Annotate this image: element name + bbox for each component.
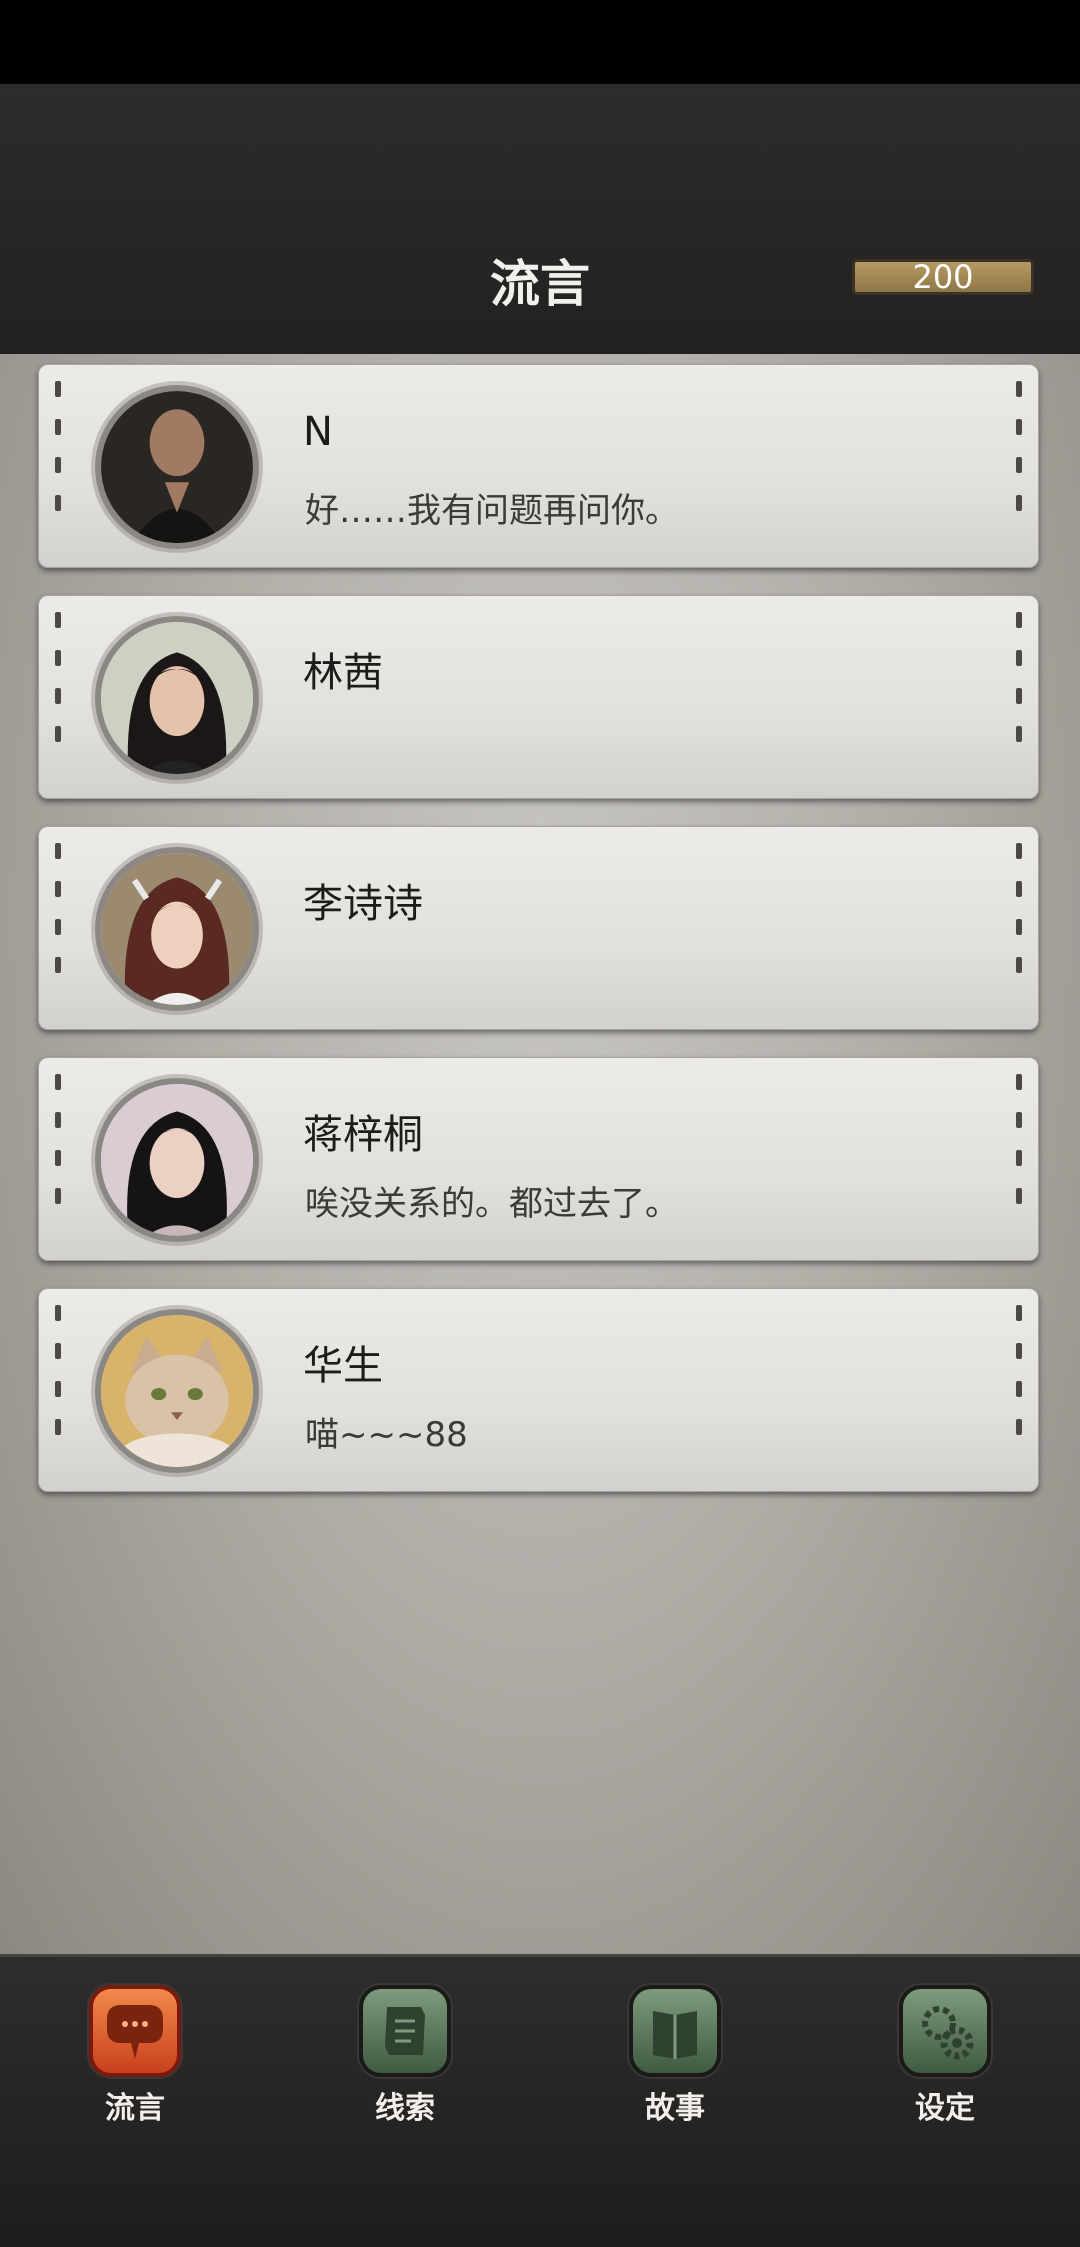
stitch-decoration <box>1016 612 1022 782</box>
tab-label: 设定 <box>915 2091 975 2126</box>
bottom-tab-bar: 流言 线索 故事 设定 <box>0 1954 1080 2247</box>
contact-name: 蒋梓桐 <box>303 1112 423 1158</box>
stitch-decoration <box>55 381 61 551</box>
stitch-decoration <box>55 1074 61 1244</box>
last-message: 好……我有问题再问你。 <box>305 491 679 531</box>
tab-label: 故事 <box>645 2091 705 2126</box>
stitch-decoration <box>1016 1074 1022 1244</box>
avatar <box>95 1309 259 1473</box>
tab-settings[interactable]: 设定 <box>885 1985 1005 2127</box>
app-header: 流言 200 <box>0 84 1080 356</box>
avatar <box>95 847 259 1011</box>
coin-counter: 200 <box>852 259 1034 295</box>
stitch-decoration <box>1016 1305 1022 1475</box>
stitch-decoration <box>55 1305 61 1475</box>
tab-story[interactable]: 故事 <box>615 1985 735 2127</box>
stitch-decoration <box>1016 843 1022 1013</box>
contact-card-linqian[interactable]: 林茜 <box>38 595 1039 799</box>
contact-card-n[interactable]: N 好……我有问题再问你。 <box>38 364 1039 568</box>
book-icon <box>629 1985 721 2077</box>
tab-rumors[interactable]: 流言 <box>75 1985 195 2127</box>
avatar <box>95 616 259 780</box>
contact-card-lishishi[interactable]: 李诗诗 <box>38 826 1039 1030</box>
contact-card-huasheng[interactable]: 华生 喵~~~88 <box>38 1288 1039 1492</box>
stitch-decoration <box>55 843 61 1013</box>
contact-name: N <box>303 409 333 455</box>
tab-label: 流言 <box>105 2091 165 2126</box>
contact-name: 华生 <box>303 1343 383 1389</box>
gear-icon <box>899 1985 991 2077</box>
contact-name: 林茜 <box>303 650 383 696</box>
contact-name: 李诗诗 <box>303 881 423 927</box>
stitch-decoration <box>55 612 61 782</box>
last-message: 唉没关系的。都过去了。 <box>305 1184 679 1224</box>
contact-list: N 好……我有问题再问你。 林茜 李诗诗 蒋梓桐 唉没关系的。都过去了。 华生 … <box>0 354 1080 1954</box>
tab-label: 线索 <box>375 2091 435 2126</box>
stitch-decoration <box>1016 381 1022 551</box>
chat-bubble-icon <box>89 1985 181 2077</box>
scroll-icon <box>359 1985 451 2077</box>
tab-clues[interactable]: 线索 <box>345 1985 465 2127</box>
contact-card-jiangzitong[interactable]: 蒋梓桐 唉没关系的。都过去了。 <box>38 1057 1039 1261</box>
status-bar <box>0 0 1080 84</box>
avatar <box>95 1078 259 1242</box>
avatar <box>95 385 259 549</box>
last-message: 喵~~~88 <box>305 1415 468 1455</box>
